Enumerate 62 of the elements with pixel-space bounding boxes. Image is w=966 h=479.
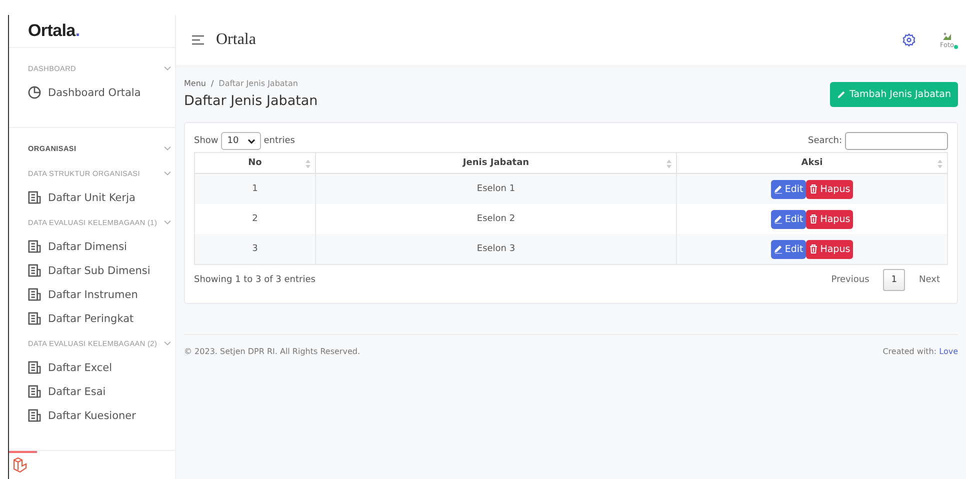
copyright-text: © 2023. Setjen DPR RI. All Rights Reserved. (184, 347, 360, 356)
entries-select[interactable]: 10 (221, 132, 261, 150)
document-icon (28, 361, 41, 374)
edit-button[interactable]: Edit (770, 210, 806, 228)
broken-image-icon (942, 32, 952, 40)
pencil-icon (774, 184, 783, 194)
trash-icon (809, 184, 818, 194)
brand-logo[interactable]: Ortala. (28, 21, 80, 41)
sidebar-item[interactable]: Daftar Kuesioner (9, 404, 175, 428)
credit-link[interactable]: Love (939, 347, 958, 356)
pie-chart-icon (28, 86, 41, 99)
pencil-icon (774, 244, 783, 254)
search-field[interactable] (845, 132, 948, 150)
document-icon (28, 385, 41, 398)
trash-icon (809, 244, 818, 254)
edit-button[interactable]: Edit (770, 180, 806, 198)
credit-text: Created with: Love (882, 347, 958, 356)
document-icon (28, 240, 41, 253)
trash-icon (809, 214, 818, 224)
sidebar-item[interactable]: Daftar Excel (9, 356, 175, 380)
pagination-button[interactable]: Next (911, 269, 948, 291)
sort-icon (305, 159, 311, 169)
cube-logo-icon (12, 457, 28, 473)
table-cell: 3 (194, 234, 316, 264)
delete-button[interactable]: Hapus (806, 240, 854, 258)
pagination-button[interactable]: 1 (883, 269, 906, 291)
sidebar-item[interactable]: Daftar Peringkat (9, 307, 175, 331)
table-cell: 2 (194, 204, 316, 234)
menu-icon[interactable] (192, 35, 204, 45)
breadcrumb-item[interactable]: Menu (184, 79, 206, 88)
sidebar-item[interactable]: Daftar Sub Dimensi (9, 259, 175, 283)
app-title: Ortala (216, 31, 256, 49)
table-info: Showing 1 to 3 of 3 entries (194, 275, 316, 285)
document-icon (28, 312, 41, 325)
sidebar-item[interactable]: Daftar Dimensi (9, 235, 175, 259)
breadcrumb-item: Daftar Jenis Jabatan (218, 79, 298, 88)
document-icon (28, 409, 41, 422)
search-label: Search: (808, 136, 842, 146)
edit-button[interactable]: Edit (770, 240, 806, 258)
length-label: entries (264, 136, 295, 146)
pencil-icon (837, 90, 846, 98)
table-cell: 1 (194, 174, 316, 204)
document-icon (28, 288, 41, 301)
document-icon (28, 191, 41, 204)
delete-button[interactable]: Hapus (806, 180, 854, 198)
sidebar-item[interactable]: Daftar Unit Kerja (9, 186, 175, 210)
page-title: Daftar Jenis Jabatan (184, 93, 318, 109)
sidebar-item[interactable]: Daftar Esai (9, 380, 175, 404)
pencil-icon (774, 214, 783, 224)
delete-button[interactable]: Hapus (806, 210, 854, 228)
table-cell: Eselon 3 (316, 234, 676, 264)
settings-icon[interactable] (902, 33, 916, 47)
sort-icon (937, 159, 943, 169)
sidebar-item[interactable]: Dashboard Ortala (9, 81, 175, 105)
breadcrumb-separator: / (210, 79, 214, 88)
table-cell: Eselon 1 (316, 174, 676, 204)
sort-icon (666, 159, 672, 169)
pagination-button[interactable]: Previous (823, 269, 878, 291)
chevron-icon (248, 138, 255, 144)
length-label: Show (194, 136, 218, 146)
document-icon (28, 264, 41, 277)
sidebar-item[interactable]: Daftar Instrumen (9, 283, 175, 307)
